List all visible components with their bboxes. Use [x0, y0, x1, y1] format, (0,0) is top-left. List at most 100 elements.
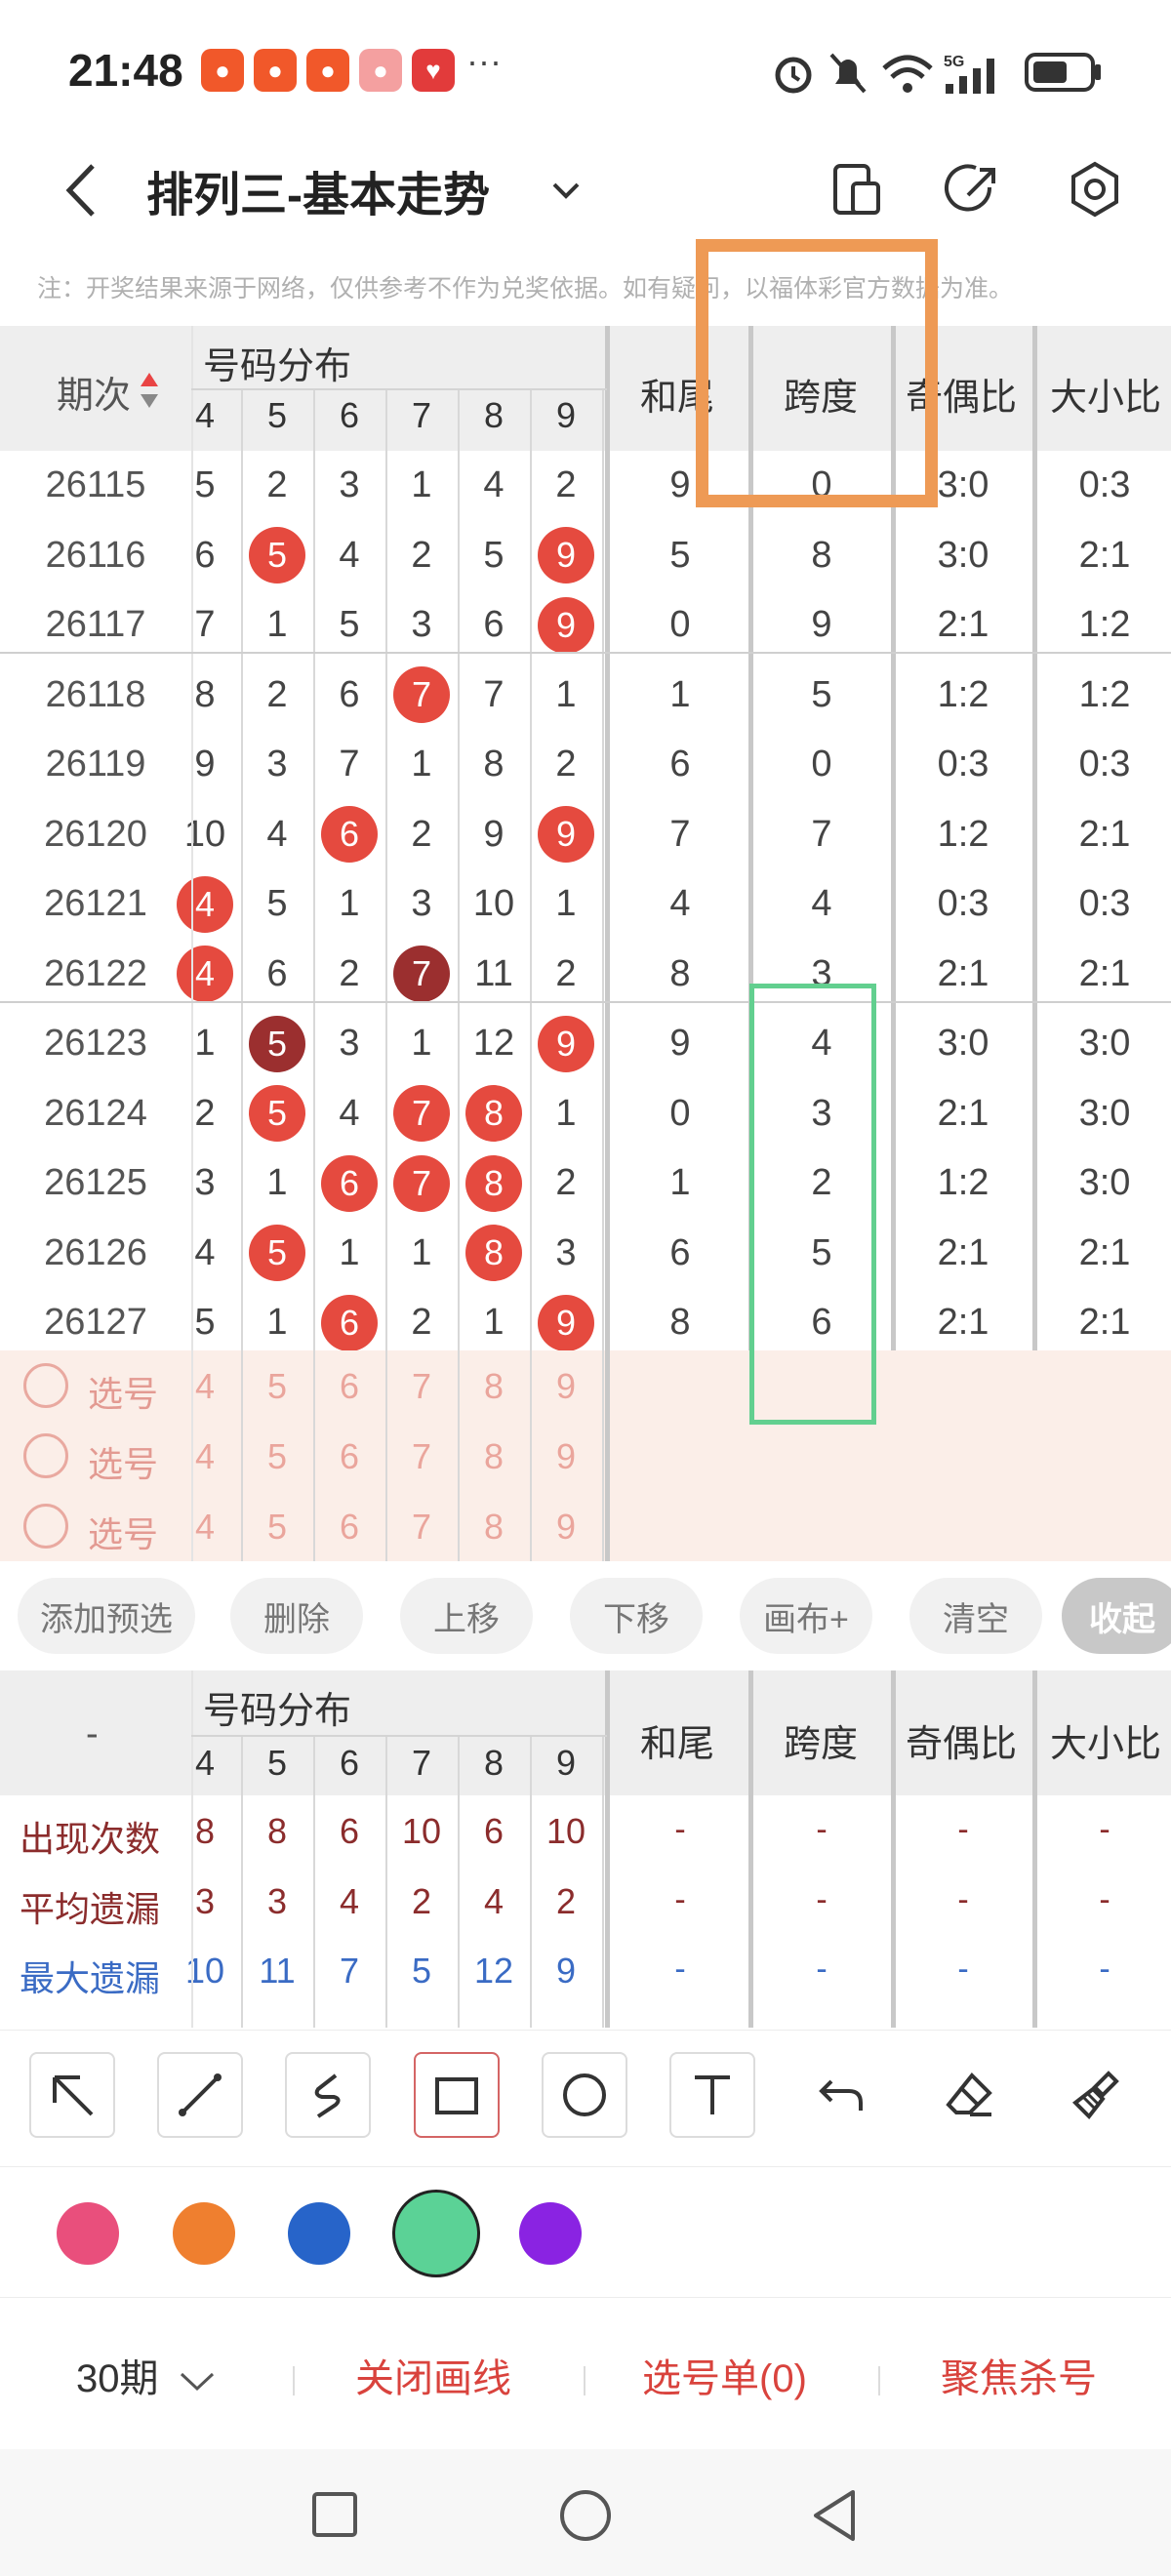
kuadu-cell: 5 [811, 673, 832, 715]
hewei-cell: 9 [669, 1023, 691, 1065]
stats-value: 10 [401, 1811, 442, 1851]
daxiao-cell: 0:3 [1078, 744, 1131, 785]
wifi-icon [882, 55, 933, 93]
select-digit[interactable]: 9 [530, 1366, 602, 1407]
select-digit[interactable]: 6 [313, 1507, 385, 1548]
share-icon[interactable] [943, 158, 1005, 221]
eraser-button[interactable] [927, 2052, 1013, 2138]
select-digit[interactable]: 6 [313, 1436, 385, 1477]
focus-kill-button[interactable]: 聚焦杀号 [941, 2347, 1097, 2403]
winning-number-ball: 5 [249, 1015, 305, 1072]
period-cell: 26127 [44, 1302, 147, 1344]
close-lines-button[interactable]: 关闭画线 [355, 2347, 511, 2403]
add-preselect-button[interactable]: 添加预选 [18, 1578, 195, 1654]
select-digit[interactable]: 4 [169, 1436, 241, 1477]
table-row: 26116 6 5 4 2 5 9 5 8 3:0 2:1 [0, 521, 1171, 591]
select-digit[interactable]: 9 [530, 1436, 602, 1477]
select-label[interactable]: 选号 [88, 1436, 158, 1487]
daxiao-cell: 2:1 [1078, 952, 1131, 994]
clear-canvas-button[interactable] [1054, 2052, 1140, 2138]
arrow-tool-button[interactable] [29, 2052, 115, 2138]
daxiao-cell: 0:3 [1078, 883, 1131, 925]
alarm-icon [775, 57, 812, 94]
digit-cell: 4 [169, 869, 241, 940]
collapse-button[interactable]: 收起 [1062, 1578, 1171, 1654]
app-notification-icon: ♥ [412, 49, 455, 92]
digit-cell: 1 [555, 1092, 577, 1134]
digit-cell: 1 [555, 673, 577, 715]
text-tool-button[interactable] [669, 2052, 755, 2138]
select-digit[interactable]: 5 [241, 1436, 313, 1477]
separator [584, 2366, 586, 2395]
canvas-plus-button[interactable]: 画布+ [740, 1578, 872, 1654]
winning-number-ball: 8 [465, 1085, 522, 1143]
selection-list-button[interactable]: 选号单(0) [642, 2347, 807, 2403]
chevron-down-icon[interactable] [546, 171, 586, 210]
stats-dash: - [674, 1811, 686, 1848]
winning-number-ball: 6 [321, 806, 378, 864]
select-digit[interactable]: 8 [458, 1366, 530, 1407]
select-radio[interactable] [23, 1433, 68, 1478]
stats-digit-header-4: 4 [194, 1743, 216, 1783]
stats-col-hewei: 和尾 [640, 1724, 715, 1765]
circle-icon [563, 2073, 606, 2116]
select-digit[interactable]: 6 [313, 1366, 385, 1407]
select-digit[interactable]: 4 [169, 1507, 241, 1548]
settings-icon[interactable] [1064, 158, 1126, 221]
jiou-cell: 2:1 [937, 1302, 989, 1344]
page-title[interactable]: 排列三-基本走势 [146, 156, 490, 224]
hewei-cell: 6 [669, 744, 691, 785]
table-row: 26124 2 5 4 7 8 1 0 3 2:1 3:0 [0, 1079, 1171, 1149]
digit-cell: 4 [483, 464, 505, 506]
text-icon [695, 2075, 730, 2114]
line-tool-button[interactable] [157, 2052, 243, 2138]
select-digit[interactable]: 8 [458, 1507, 530, 1548]
select-digit[interactable]: 8 [458, 1436, 530, 1477]
daxiao-cell: 3:0 [1078, 1023, 1131, 1065]
select-digit[interactable]: 5 [241, 1366, 313, 1407]
color-swatch-green[interactable] [392, 2190, 480, 2277]
digit-cell: 5 [194, 464, 216, 506]
select-label[interactable]: 选号 [88, 1507, 158, 1557]
color-swatch-pink[interactable] [57, 2202, 119, 2265]
daxiao-cell: 0:3 [1078, 464, 1131, 506]
delete-button[interactable]: 删除 [230, 1578, 363, 1654]
stats-digit-header-5: 5 [266, 1743, 288, 1783]
select-digit[interactable]: 5 [241, 1507, 313, 1548]
period-count-dropdown[interactable]: 30期 [76, 2347, 159, 2403]
select-digit[interactable]: 7 [385, 1507, 458, 1548]
recent-apps-icon[interactable] [310, 2490, 359, 2539]
select-digit[interactable]: 9 [530, 1507, 602, 1548]
move-up-button[interactable]: 上移 [400, 1578, 533, 1654]
kuadu-cell: 7 [811, 813, 832, 855]
move-down-button[interactable]: 下移 [570, 1578, 703, 1654]
digit-header-9: 9 [555, 395, 577, 435]
circle-tool-button[interactable] [542, 2052, 627, 2138]
rectangle-tool-button[interactable] [414, 2052, 500, 2138]
freehand-tool-button[interactable] [285, 2052, 371, 2138]
battery-icon [1025, 53, 1101, 92]
color-swatch-purple[interactable] [519, 2202, 582, 2265]
chevron-down-icon[interactable] [178, 2369, 217, 2395]
sort-icon[interactable] [139, 371, 160, 410]
select-radio[interactable] [23, 1363, 68, 1408]
clear-button[interactable]: 清空 [909, 1578, 1042, 1654]
phone-layout-icon[interactable] [826, 158, 888, 221]
select-digit[interactable]: 4 [169, 1366, 241, 1407]
select-digit[interactable]: 7 [385, 1436, 458, 1477]
color-swatch-orange[interactable] [173, 2202, 235, 2265]
stats-distribution-header: 号码分布 [203, 1691, 352, 1732]
select-digit[interactable]: 7 [385, 1366, 458, 1407]
period-cell: 26119 [45, 744, 146, 785]
home-icon[interactable] [558, 2488, 613, 2543]
back-arrow-icon[interactable] [54, 156, 112, 224]
select-radio[interactable] [23, 1504, 68, 1549]
eraser-icon [946, 2073, 992, 2116]
jiou-cell: 2:1 [937, 1231, 989, 1273]
digit-cell: 7 [385, 1148, 458, 1219]
select-label[interactable]: 选号 [88, 1366, 158, 1417]
color-swatch-blue[interactable] [288, 2202, 350, 2265]
period-sort-header[interactable]: 期次 [57, 365, 131, 419]
undo-button[interactable] [798, 2052, 884, 2138]
back-nav-icon[interactable] [810, 2488, 859, 2543]
